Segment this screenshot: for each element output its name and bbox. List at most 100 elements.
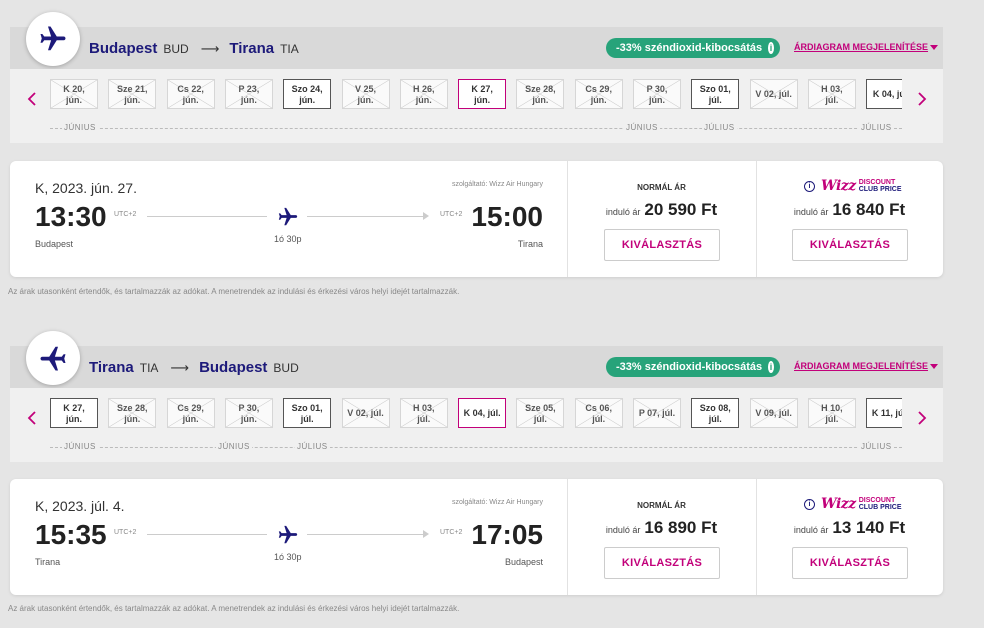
flight-line (307, 216, 425, 217)
date-day-label: Cs 22, (177, 84, 204, 94)
inbound-date-strip: K 27, jún. Sze 28, jún. Cs 29, jún. P 30, jún. S… (10, 388, 943, 462)
flight-duration: 1ó 30p (274, 234, 302, 244)
date-option[interactable]: Cs 29, jún. (574, 79, 623, 109)
co2-badge[interactable]: -33% széndioxid-kibocsátás i (606, 357, 780, 377)
price-chart-link[interactable]: ÁRDIAGRAM MEGJELENÍTÉSE (794, 42, 939, 52)
date-option[interactable]: Cs 22, jún. (166, 79, 215, 109)
info-icon[interactable]: i (768, 42, 774, 54)
arrow-icon (423, 212, 429, 220)
select-normal-button[interactable]: KIVÁLASZTÁS (604, 547, 720, 579)
co2-badge[interactable]: -33% széndioxid-kibocsátás i (606, 38, 780, 58)
discount-club-label: DISCOUNT CLUB PRICE (858, 497, 902, 511)
date-option[interactable]: H 03, júl. (807, 79, 856, 109)
price-chart-label: ÁRDIAGRAM MEGJELENÍTÉSE (794, 361, 929, 371)
chevron-right-icon[interactable] (912, 89, 932, 109)
date-option[interactable]: Sze 28, jún. (108, 398, 157, 428)
date-option[interactable]: K 27, jún. (458, 79, 507, 109)
flight-duration: 1ó 30p (274, 552, 302, 562)
info-icon[interactable]: i (804, 498, 815, 510)
date-day-label: K 20, (63, 84, 85, 94)
select-discount-button[interactable]: KIVÁLASZTÁS (792, 547, 908, 579)
date-day-label: Szo 01, (291, 403, 323, 413)
date-option[interactable]: Sze 21, jún. (108, 79, 157, 109)
date-day-label: V 25, (354, 84, 376, 94)
date-option[interactable]: V 02, júl. (749, 79, 798, 109)
departure-utc: UTC+2 (114, 529, 137, 536)
date-day-label: Sze 21, (117, 84, 148, 94)
date-month-label: júl. (708, 414, 722, 424)
fare-prefix: induló ár (605, 525, 641, 535)
date-option[interactable]: V 02, júl. (341, 398, 390, 428)
date-option[interactable]: Cs 29, jún. (166, 398, 215, 428)
flight-line (307, 534, 425, 535)
outbound-dates: K 20, jún. Sze 21, jún. Cs 22, jún. P 23, jún. S… (50, 79, 902, 111)
flight-date: K, 2023. júl. 4. (35, 498, 125, 514)
date-option[interactable]: K 20, jún. (50, 79, 98, 109)
date-option[interactable]: Cs 06, júl. (574, 398, 623, 428)
month-divider (50, 447, 902, 448)
fare-amount: 20 590 Ft (644, 200, 718, 219)
discount-club-header: i Wizz DISCOUNT CLUB PRICE (804, 496, 901, 512)
date-day-label: V 02, júl. (347, 408, 384, 418)
arrival-city: Budapest (504, 557, 543, 567)
date-option[interactable]: P 30, jún. (633, 79, 681, 109)
co2-label: -33% széndioxid-kibocsátás (616, 42, 763, 54)
price-note: Az árak utasonként értendők, és tartalma… (8, 287, 460, 296)
normal-fare: NORMÁL ÁR induló ár 20 590 Ft KIVÁLASZTÁS (568, 161, 755, 277)
date-option[interactable]: H 10, júl. (807, 398, 856, 428)
fare-prefix: induló ár (793, 207, 829, 217)
date-day-label: Sze 28, (525, 84, 556, 94)
airplane-icon (277, 524, 299, 551)
departure-city: Tirana (35, 557, 61, 567)
month-label: JÚLIUS (702, 123, 737, 132)
fare-prefix: induló ár (793, 525, 829, 535)
date-month-label: jún. (415, 95, 432, 105)
date-option[interactable]: Sze 28, jún. (516, 79, 565, 109)
date-option[interactable]: V 09, júl. (749, 398, 798, 428)
date-option[interactable]: K 27, jún. (50, 398, 98, 428)
select-normal-button[interactable]: KIVÁLASZTÁS (604, 229, 720, 261)
date-month-label: jún. (357, 95, 374, 105)
operator: szolgáltató: Wizz Air Hungary (451, 499, 543, 506)
chevron-left-icon[interactable] (22, 89, 42, 109)
date-option[interactable]: Szo 08, júl. (691, 398, 740, 428)
date-day-label: Cs 06, (585, 403, 612, 413)
date-option[interactable]: Sze 05, júl. (516, 398, 565, 428)
select-discount-button[interactable]: KIVÁLASZTÁS (792, 229, 908, 261)
outbound-date-strip: K 20, jún. Sze 21, jún. Cs 22, jún. P 23, jún. S… (10, 69, 943, 143)
arrival-time: 17:05 (471, 519, 543, 550)
co2-label: -33% széndioxid-kibocsátás (616, 361, 763, 373)
discount-club-header: i Wizz DISCOUNT CLUB PRICE (804, 178, 901, 194)
date-option[interactable]: Szo 01, júl. (691, 79, 740, 109)
date-option[interactable]: P 30, jún. (224, 398, 273, 428)
chevron-left-icon[interactable] (22, 408, 42, 428)
info-icon[interactable]: i (804, 180, 815, 192)
route-title: Budapest BUD ⟶ Tirana TIA (89, 40, 311, 57)
chevron-right-icon[interactable] (912, 408, 932, 428)
departure-city: Budapest (35, 239, 74, 249)
date-option[interactable]: H 26, jún. (399, 79, 448, 109)
date-option[interactable]: P 07, júl. (633, 398, 681, 428)
date-month-label: jún. (124, 95, 141, 105)
date-option[interactable]: H 03, júl. (399, 398, 448, 428)
price-chart-link[interactable]: ÁRDIAGRAM MEGJELENÍTÉSE (794, 361, 939, 371)
flight-date: K, 2023. jún. 27. (35, 180, 137, 196)
info-icon[interactable]: i (768, 361, 774, 373)
month-label: JÚNIUS (216, 442, 252, 451)
date-option[interactable]: V 25, jún. (341, 79, 390, 109)
date-option[interactable]: Szo 01, júl. (283, 398, 332, 428)
from-city: Budapest (89, 40, 158, 57)
fare-price-row: induló ár 16 890 Ft (568, 518, 755, 538)
fare-price-row: induló ár 13 140 Ft (756, 518, 943, 538)
to-city: Tirana (229, 40, 275, 57)
date-option[interactable]: Szo 24, jún. (283, 79, 332, 109)
route-arrow: ⟶ (170, 359, 189, 375)
date-option[interactable]: K 04, júl (866, 79, 902, 109)
to-code: BUD (273, 360, 299, 375)
outbound-route-header: Budapest BUD ⟶ Tirana TIA -33% széndioxi… (10, 12, 943, 69)
date-option[interactable]: P 23, jún. (224, 79, 273, 109)
date-option[interactable]: K 11, júl. (866, 398, 902, 428)
date-day-label: Cs 29, (585, 84, 612, 94)
date-option[interactable]: K 04, júl. (458, 398, 507, 428)
inbound-route-header: Tirana TIA ⟶ Budapest BUD -33% széndioxi… (10, 331, 943, 388)
